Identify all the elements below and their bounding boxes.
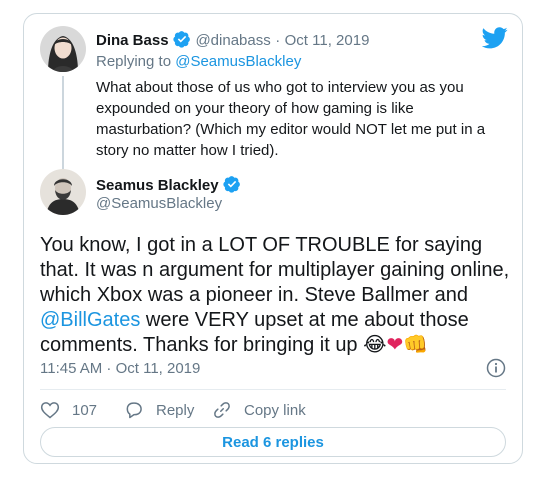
- reply-label: Reply: [156, 401, 195, 419]
- like-action[interactable]: 107: [40, 398, 97, 422]
- verified-badge-icon: [173, 30, 191, 53]
- author-name[interactable]: Dina Bass: [96, 32, 169, 49]
- red-heart-emoji: ❤: [386, 334, 404, 356]
- thread-connector-line: [62, 76, 64, 169]
- author-name[interactable]: Seamus Blackley: [96, 177, 219, 194]
- main-tweet-text: You know, I got in a LOT OF TROUBLE for …: [40, 233, 510, 358]
- author-handle[interactable]: @dinabass: [195, 32, 270, 49]
- twitter-bird-icon[interactable]: [481, 27, 508, 49]
- replying-to-prefix: Replying to: [96, 53, 172, 70]
- reply-tweet-header: Dina Bass @dinabass · Oct 11, 2019: [96, 30, 369, 53]
- link-icon: [214, 402, 230, 418]
- copy-link-action[interactable]: Copy link: [212, 398, 306, 422]
- author-handle[interactable]: @SeamusBlackley: [96, 195, 222, 212]
- heart-icon: [40, 402, 60, 419]
- avatar-seamus-blackley[interactable]: [40, 169, 86, 215]
- mention-link[interactable]: @BillGates: [40, 309, 140, 331]
- verified-badge-icon: [223, 175, 241, 198]
- tweet-timestamp[interactable]: 11:45 AM · Oct 11, 2019: [40, 360, 200, 377]
- fist-emoji: 👊: [403, 334, 429, 356]
- like-count: 107: [72, 401, 98, 419]
- read-replies-button[interactable]: Read 6 replies: [40, 427, 506, 457]
- laughing-emoji: 😂: [363, 334, 387, 356]
- reply-bubble-icon: [126, 402, 142, 419]
- tweet-text-part: You know, I got in a LOT OF TROUBLE for …: [40, 234, 510, 306]
- divider: [40, 389, 506, 390]
- replying-to-mention[interactable]: @SeamusBlackley: [175, 53, 301, 70]
- reply-action[interactable]: Reply: [124, 398, 194, 422]
- tweet-date[interactable]: Oct 11, 2019: [285, 32, 370, 49]
- reply-tweet-text: What about those of us who got to interv…: [96, 79, 486, 159]
- avatar-dina-bass[interactable]: [40, 26, 86, 72]
- date-separator: ·: [275, 32, 281, 49]
- info-icon[interactable]: [486, 358, 506, 378]
- replying-to-line: Replying to @SeamusBlackley: [96, 53, 301, 70]
- tweet-embed-card: Dina Bass @dinabass · Oct 11, 2019 Reply…: [23, 13, 523, 464]
- copy-link-label: Copy link: [244, 401, 306, 419]
